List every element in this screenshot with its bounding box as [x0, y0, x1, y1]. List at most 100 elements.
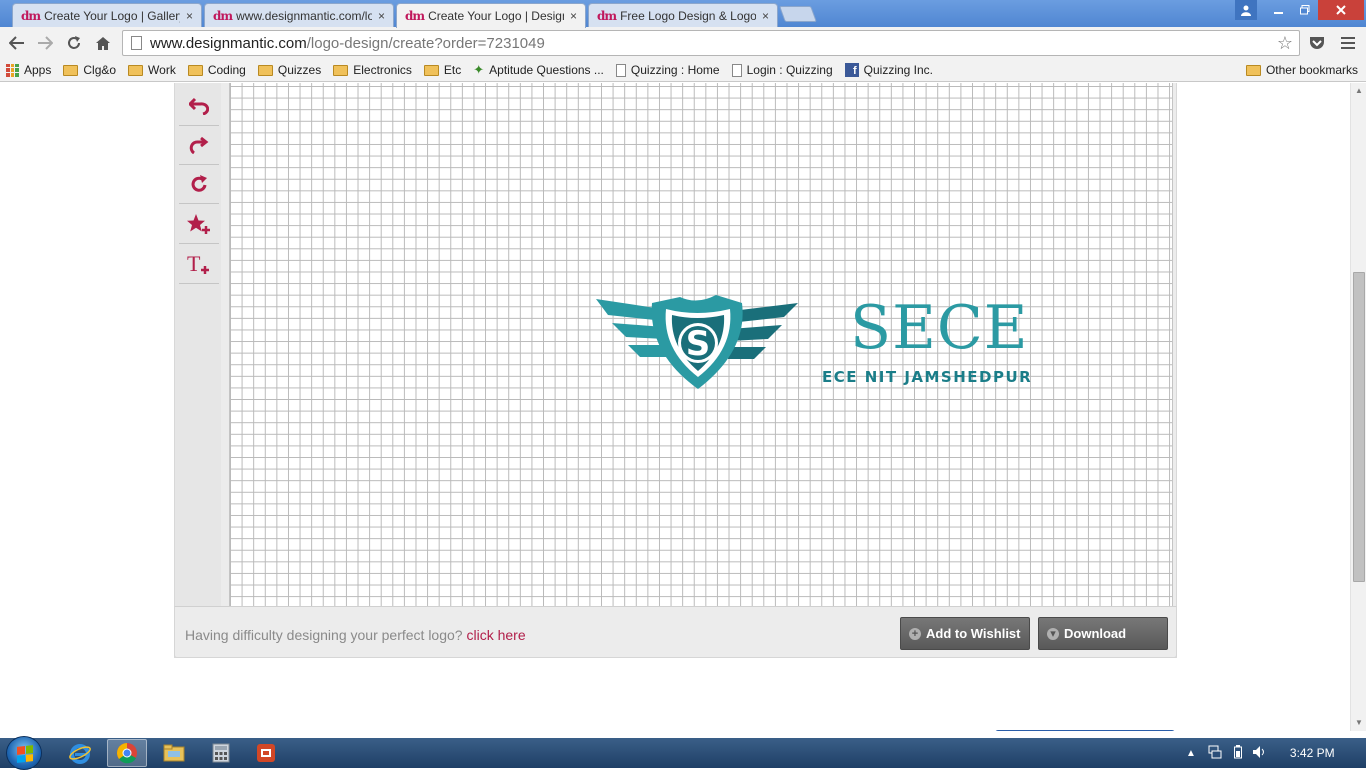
pocket-icon[interactable] — [1306, 32, 1328, 54]
forward-icon[interactable] — [34, 32, 56, 54]
leaf-icon: ✦ — [473, 62, 485, 77]
scroll-up-icon[interactable]: ▲ — [1351, 83, 1366, 99]
click-here-link[interactable]: click here — [466, 627, 525, 643]
folder-icon — [1245, 64, 1261, 76]
logo-tagline[interactable]: ECE NIT JAMSHEDPUR — [822, 368, 1032, 386]
bookmark-quizzing-home[interactable]: Quizzing : Home — [615, 63, 720, 77]
bookmark-electronics[interactable]: Electronics — [333, 63, 412, 77]
design-canvas[interactable]: S SECE ECE NIT JAMSHEDPUR — [229, 83, 1173, 606]
page-icon — [615, 63, 626, 77]
tab-label: Create Your Logo | Design — [428, 9, 564, 23]
internet-explorer-icon[interactable] — [60, 739, 100, 767]
bookmark-etc[interactable]: Etc — [423, 63, 461, 77]
chat-widget[interactable] — [995, 730, 1175, 731]
reload-icon[interactable] — [63, 32, 85, 54]
close-window-icon[interactable] — [1318, 0, 1364, 20]
bookmark-other[interactable]: Other bookmarks — [1245, 63, 1358, 77]
refresh-button[interactable] — [179, 165, 219, 204]
volume-icon[interactable] — [1252, 745, 1266, 762]
refresh-icon — [191, 175, 207, 192]
browser-toolbar: www.designmantic.com/logo-design/create?… — [0, 27, 1366, 59]
download-arrow-icon: ▾ — [1047, 627, 1059, 640]
bookmark-quizzing-inc[interactable]: f Quizzing Inc. — [844, 63, 933, 77]
undo-icon — [189, 97, 209, 115]
user-profile-icon[interactable] — [1235, 0, 1257, 20]
facebook-icon: f — [844, 63, 859, 77]
tab-free-logo[interactable]: dm Free Logo Design & Logo × — [588, 3, 778, 27]
folder-icon — [333, 64, 349, 76]
home-icon[interactable] — [92, 32, 114, 54]
tab-designmantic[interactable]: dm www.designmantic.com/lo × — [204, 3, 394, 27]
bookmark-star-icon[interactable]: ☆ — [1277, 33, 1293, 54]
close-tab-icon[interactable]: × — [570, 9, 577, 23]
address-bar[interactable]: www.designmantic.com/logo-design/create?… — [122, 30, 1300, 56]
tab-gallery[interactable]: dm Create Your Logo | Gallery × — [12, 3, 202, 27]
bookmarks-bar: Apps Clg&o Work Coding Quizzes Electroni… — [0, 59, 1366, 82]
network-icon[interactable] — [1208, 745, 1222, 762]
logo-title[interactable]: SECE — [850, 293, 1029, 363]
restore-icon[interactable] — [1292, 0, 1318, 20]
redo-icon — [189, 136, 209, 154]
windows-taskbar: ▲ 3:42 PM — [0, 736, 1366, 770]
scroll-thumb[interactable] — [1353, 272, 1365, 582]
new-tab-button[interactable] — [779, 6, 817, 22]
bookmark-clg[interactable]: Clg&o — [63, 63, 116, 77]
bookmark-coding[interactable]: Coding — [187, 63, 246, 77]
tab-label: www.designmantic.com/lo — [236, 8, 372, 23]
designmantic-favicon-icon: dm — [213, 8, 233, 23]
bookmark-apps[interactable]: Apps — [6, 63, 51, 77]
calculator-icon[interactable] — [201, 739, 241, 767]
add-text-icon: T — [187, 252, 209, 276]
shield-wings-logo-icon[interactable]: S — [592, 291, 802, 391]
page-icon — [131, 36, 142, 50]
minimize-icon[interactable] — [1266, 0, 1292, 20]
folder-icon — [187, 64, 203, 76]
redo-button[interactable] — [179, 126, 219, 165]
tab-label: Free Logo Design & Logo — [620, 8, 756, 23]
download-button[interactable]: ▾ Download — [1038, 617, 1168, 650]
add-symbol-icon — [187, 214, 210, 234]
bookmark-work[interactable]: Work — [128, 63, 176, 77]
scroll-down-icon[interactable]: ▼ — [1351, 715, 1366, 731]
add-symbol-button[interactable] — [179, 205, 219, 244]
undo-button[interactable] — [179, 87, 219, 126]
svg-text:T: T — [187, 252, 201, 276]
tab-label: Create Your Logo | Gallery — [44, 8, 180, 23]
presentation-icon[interactable] — [246, 739, 286, 767]
designmantic-favicon-icon: dm — [405, 9, 425, 23]
clock[interactable]: 3:42 PM — [1290, 746, 1335, 760]
page-content: T S SECE ECE NIT JAMSHEDPUR Having diffi… — [0, 83, 1350, 731]
back-icon[interactable] — [6, 32, 28, 54]
bookmark-quizzes[interactable]: Quizzes — [257, 63, 321, 77]
page-scrollbar[interactable]: ▲ ▼ — [1350, 83, 1366, 731]
show-hidden-icons-icon[interactable]: ▲ — [1186, 748, 1196, 759]
help-message: Having difficulty designing your perfect… — [185, 627, 526, 643]
tab-create-logo[interactable]: dm Create Your Logo | Design × — [396, 3, 586, 28]
bookmark-login-quizzing[interactable]: Login : Quizzing — [731, 63, 833, 77]
bookmark-aptitude[interactable]: ✦ Aptitude Questions ... — [473, 62, 604, 78]
folder-icon — [63, 64, 79, 76]
chrome-icon[interactable] — [107, 739, 147, 767]
close-tab-icon[interactable]: × — [762, 9, 769, 23]
folder-icon — [423, 64, 439, 76]
add-text-button[interactable]: T — [179, 245, 219, 284]
battery-icon[interactable] — [1233, 744, 1242, 762]
page-icon — [731, 63, 742, 77]
folder-icon — [257, 64, 273, 76]
file-explorer-icon[interactable] — [154, 739, 194, 767]
editor-toolbar: T — [175, 83, 221, 606]
logo-editor: T S SECE ECE NIT JAMSHEDPUR — [174, 83, 1177, 658]
designmantic-favicon-icon: dm — [21, 8, 41, 23]
windows-logo-icon — [17, 745, 33, 763]
close-tab-icon[interactable]: × — [378, 9, 385, 23]
add-to-wishlist-button[interactable]: + Add to Wishlist — [900, 617, 1030, 650]
address-host: www.designmantic.com — [150, 34, 307, 52]
editor-footer: Having difficulty designing your perfect… — [174, 606, 1177, 658]
start-button[interactable] — [6, 736, 42, 770]
svg-text:S: S — [686, 324, 711, 364]
designmantic-favicon-icon: dm — [597, 8, 617, 23]
close-tab-icon[interactable]: × — [186, 9, 193, 23]
apps-grid-icon — [6, 63, 19, 77]
address-path: /logo-design/create?order=7231049 — [306, 34, 545, 52]
menu-icon[interactable] — [1337, 32, 1359, 54]
